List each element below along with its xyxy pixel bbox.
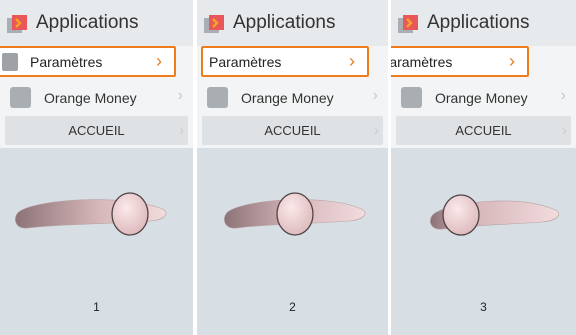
list-item-settings[interactable]: Paramètres › xyxy=(0,46,176,77)
step-number: 2 xyxy=(289,300,296,314)
slide-gesture-indicator[interactable] xyxy=(391,180,576,260)
page-title: Applications xyxy=(427,12,530,33)
header-bar: Applications xyxy=(0,0,193,46)
home-button-label: ACCUEIL xyxy=(455,123,512,138)
slider-knob xyxy=(276,192,314,236)
orange-money-icon xyxy=(10,87,31,108)
orange-money-label: Orange Money xyxy=(241,90,334,106)
chevron-right-icon: › xyxy=(509,51,515,71)
list-item-orange-money[interactable]: Orange Money › xyxy=(0,84,193,112)
chevron-right-icon: › xyxy=(177,87,183,104)
settings-label: Paramètres xyxy=(30,54,103,70)
step-number: 1 xyxy=(93,300,100,314)
slide-gesture-indicator[interactable] xyxy=(197,180,388,260)
chevron-right-icon: › xyxy=(562,122,567,139)
orange-money-icon xyxy=(401,87,422,108)
orange-money-icon xyxy=(207,87,228,108)
chevron-right-icon: › xyxy=(560,87,566,104)
list-item-settings[interactable]: Paramètres › xyxy=(201,46,369,77)
orange-money-label: Orange Money xyxy=(435,90,528,106)
slide-gesture-indicator[interactable] xyxy=(0,180,193,260)
settings-item-icon xyxy=(2,53,18,71)
screen-panel-1: Applications Paramètres › Orange Money ›… xyxy=(0,0,193,335)
home-button-label: ACCUEIL xyxy=(264,123,321,138)
header-bar: Applications xyxy=(391,0,576,46)
chevron-right-icon: › xyxy=(372,87,378,104)
slider-knob xyxy=(111,192,149,236)
page-title: Applications xyxy=(233,12,336,33)
page-title: Applications xyxy=(36,12,139,33)
chevron-right-icon: › xyxy=(349,51,355,71)
list-item-orange-money[interactable]: Orange Money › xyxy=(197,84,388,112)
orange-money-label: Orange Money xyxy=(44,90,137,106)
home-button[interactable]: ACCUEIL › xyxy=(396,116,571,145)
settings-label: Paramètres xyxy=(209,54,282,70)
list-item-orange-money[interactable]: Orange Money › xyxy=(391,84,576,112)
slider-knob xyxy=(442,194,480,236)
chevron-right-icon: › xyxy=(156,51,162,71)
settings-label: Paramètres xyxy=(391,54,453,70)
list-item-settings[interactable]: Paramètres › xyxy=(391,46,529,77)
header-bar: Applications xyxy=(197,0,388,46)
chevron-right-icon: › xyxy=(374,122,379,139)
home-button[interactable]: ACCUEIL › xyxy=(5,116,188,145)
step-number: 3 xyxy=(480,300,487,314)
home-button[interactable]: ACCUEIL › xyxy=(202,116,383,145)
home-button-label: ACCUEIL xyxy=(68,123,125,138)
app-logo-icon xyxy=(398,15,418,33)
app-logo-icon xyxy=(204,15,224,33)
chevron-right-icon: › xyxy=(179,122,184,139)
screen-panel-2: Applications Paramètres › Orange Money ›… xyxy=(197,0,388,335)
app-logo-icon xyxy=(7,15,27,33)
screen-panel-3: Applications Paramètres › Orange Money ›… xyxy=(391,0,576,335)
